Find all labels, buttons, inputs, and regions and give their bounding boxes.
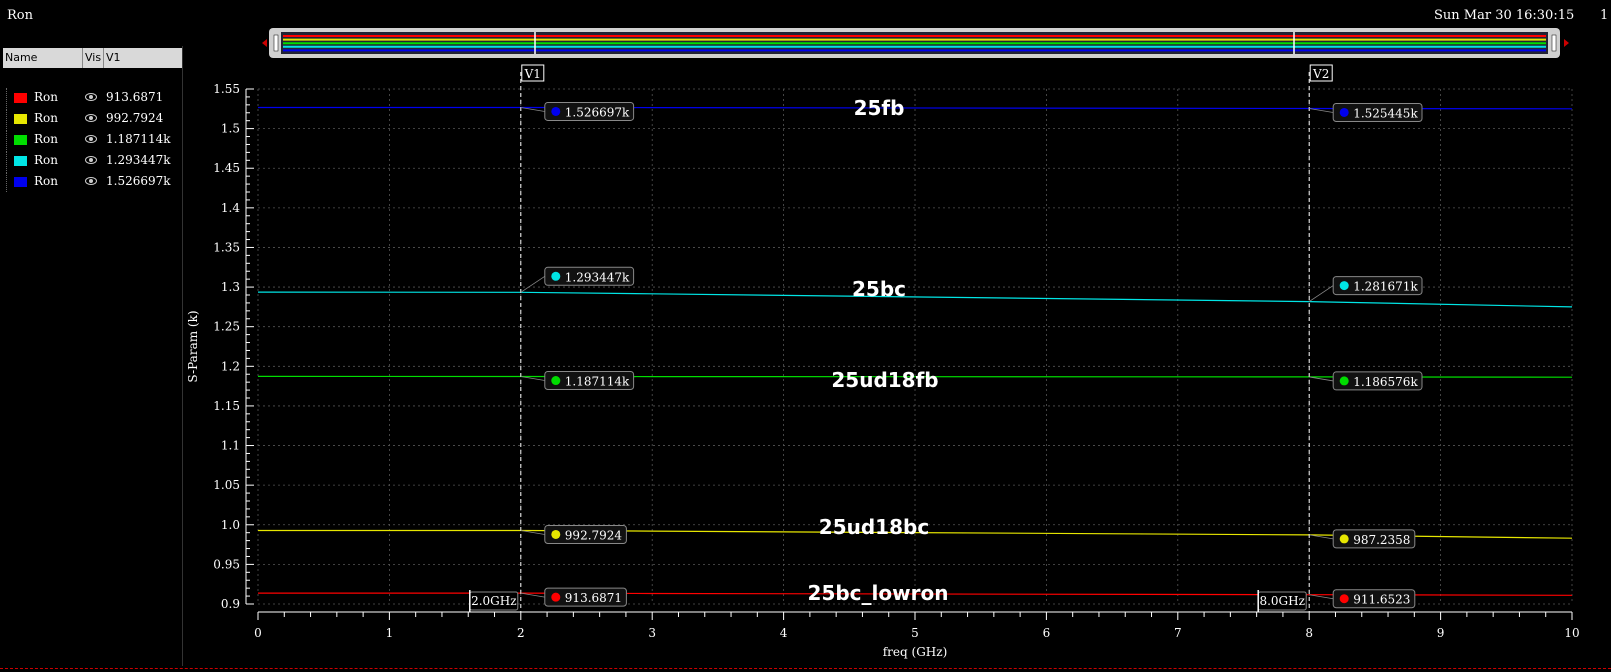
- y-tick-label: 1.55: [213, 82, 240, 96]
- x-tick-label: 7: [1174, 626, 1182, 640]
- tooltip-value: 1.281671k: [1353, 280, 1418, 294]
- x-tick-label: 4: [780, 626, 788, 640]
- x-tick-label: 9: [1437, 626, 1445, 640]
- marker-label: V2: [1312, 67, 1329, 81]
- scroll-left-icon[interactable]: [262, 39, 267, 47]
- y-tick-label: 1.4: [221, 201, 240, 215]
- x-tick-label: 0: [254, 626, 262, 640]
- tooltip-dot: [1339, 534, 1349, 544]
- tooltip-leader: [520, 275, 546, 293]
- y-tick-label: 1.25: [213, 320, 240, 334]
- curve-label: 25ud18fb: [831, 368, 938, 392]
- tooltip-value: 987.2358: [1353, 533, 1410, 547]
- tooltip-dot: [551, 271, 561, 281]
- bottom-border: [0, 668, 1611, 669]
- x-readout-value: 8.0GHz: [1259, 594, 1304, 608]
- tooltip-leader: [1308, 285, 1334, 302]
- overview-handle-left[interactable]: [273, 34, 279, 52]
- y-tick-label: 0.95: [213, 557, 240, 571]
- x-axis-label: freq (GHz): [883, 645, 948, 659]
- tooltip-leader: [1309, 376, 1334, 382]
- x-tick-label: 5: [911, 626, 919, 640]
- tooltip-value: 1.293447k: [565, 270, 630, 284]
- y-tick-label: 1.15: [213, 399, 240, 413]
- marker-label: V1: [524, 67, 541, 81]
- y-tick-label: 1.35: [213, 240, 240, 254]
- x-tick-label: 6: [1043, 626, 1051, 640]
- y-tick-label: 1.3: [221, 280, 240, 294]
- x-tick-label: 3: [648, 626, 656, 640]
- y-tick-label: 1.05: [213, 478, 240, 492]
- overview-handle-right[interactable]: [1551, 34, 1557, 52]
- curve-label: 25ud18bc: [819, 515, 929, 539]
- tooltip-dot: [1339, 281, 1349, 291]
- y-axis-label: S-Param (k): [186, 310, 200, 382]
- x-readout-value: 2.0GHz: [471, 594, 516, 608]
- curve-label: 25bc: [852, 277, 906, 301]
- tooltip-value: 1.187114k: [565, 375, 630, 389]
- y-tick-label: 1.0: [221, 518, 240, 532]
- tooltip-dot: [1339, 376, 1349, 386]
- x-tick-label: 1: [386, 626, 394, 640]
- tooltip-dot: [551, 376, 561, 386]
- tooltip-value: 1.526697k: [565, 105, 630, 119]
- tooltip-value: 1.186576k: [1353, 375, 1418, 389]
- scroll-right-icon[interactable]: [1564, 39, 1569, 47]
- y-tick-label: 1.5: [221, 122, 240, 136]
- tooltip-dot: [551, 106, 561, 116]
- tooltip-value: 911.6523: [1353, 593, 1410, 607]
- tooltip-value: 913.6871: [565, 591, 622, 605]
- tooltip-dot: [1339, 107, 1349, 117]
- x-tick-label: 2: [517, 626, 525, 640]
- chart-svg: 0.9 0.95 1.0 1.05 1.1 1.15 1.2 1.25 1.3 1.35 1.4 1.…: [186, 28, 1580, 659]
- x-tick-label: 10: [1564, 626, 1579, 640]
- y-tick-label: 0.9: [221, 597, 240, 611]
- tooltip-leader: [520, 376, 545, 381]
- curve-label: 25bc_lowron: [808, 581, 949, 605]
- curve-label: 25fb: [854, 96, 905, 120]
- tooltip-dot: [551, 592, 561, 602]
- x-tick-label: 8: [1305, 626, 1313, 640]
- tooltip-dot: [1339, 594, 1349, 604]
- tooltip-dot: [551, 529, 561, 539]
- y-tick-label: 1.45: [213, 161, 240, 175]
- tooltip-value: 1.525445k: [1353, 106, 1418, 120]
- tooltip-value: 992.7924: [565, 528, 623, 542]
- y-tick-label: 1.2: [221, 359, 240, 373]
- y-tick-label: 1.1: [221, 439, 240, 453]
